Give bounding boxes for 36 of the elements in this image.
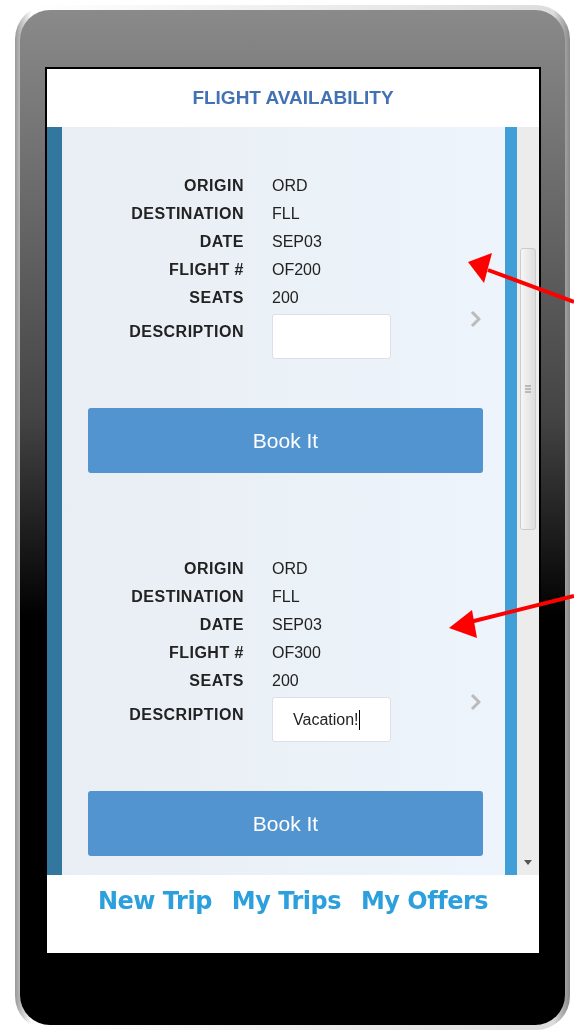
scroll-down-icon[interactable] — [524, 860, 532, 865]
chevron-icon[interactable] — [470, 310, 481, 328]
field-label: DATE — [198, 615, 244, 635]
field-label: FLIGHT # — [167, 643, 244, 663]
field-value: 200 — [272, 288, 299, 308]
field-value: SEP03 — [272, 615, 322, 635]
screen-title: FLIGHT AVAILABILITY — [192, 85, 394, 110]
book-button[interactable]: Book It — [88, 408, 483, 473]
chevron-icon[interactable] — [470, 693, 481, 711]
field-label: DESTINATION — [130, 204, 244, 224]
nav-link[interactable]: My Trips — [231, 883, 341, 915]
field-value: ORD — [272, 176, 308, 196]
field-value: ORD — [272, 559, 308, 579]
scroll-thumb[interactable] — [520, 248, 536, 530]
field-label: SEATS — [188, 671, 244, 691]
field-value: SEP03 — [272, 232, 322, 252]
field-value: OF300 — [272, 643, 321, 663]
field-value: FLL — [272, 587, 300, 607]
field-label: DESCRIPTION — [128, 705, 244, 725]
scrollbar[interactable] — [517, 127, 539, 875]
nav-link[interactable]: My Offers — [360, 883, 489, 915]
nav-link[interactable]: New Trip — [97, 883, 212, 915]
description-field[interactable]: Vacation! — [272, 697, 391, 742]
field-value: 200 — [272, 671, 299, 691]
field-label: ORIGIN — [183, 559, 244, 579]
field-label: DESTINATION — [130, 587, 244, 607]
field-label: SEATS — [188, 288, 244, 308]
field-label: DATE — [198, 232, 244, 252]
field-label: FLIGHT # — [167, 260, 244, 280]
field-label: DESCRIPTION — [128, 322, 244, 342]
field-label: ORIGIN — [183, 176, 244, 196]
grip-icon — [525, 385, 531, 393]
field-value: FLL — [272, 204, 300, 224]
book-button[interactable]: Book It — [88, 791, 483, 856]
description-field[interactable] — [272, 314, 391, 359]
field-value: OF200 — [272, 260, 321, 280]
